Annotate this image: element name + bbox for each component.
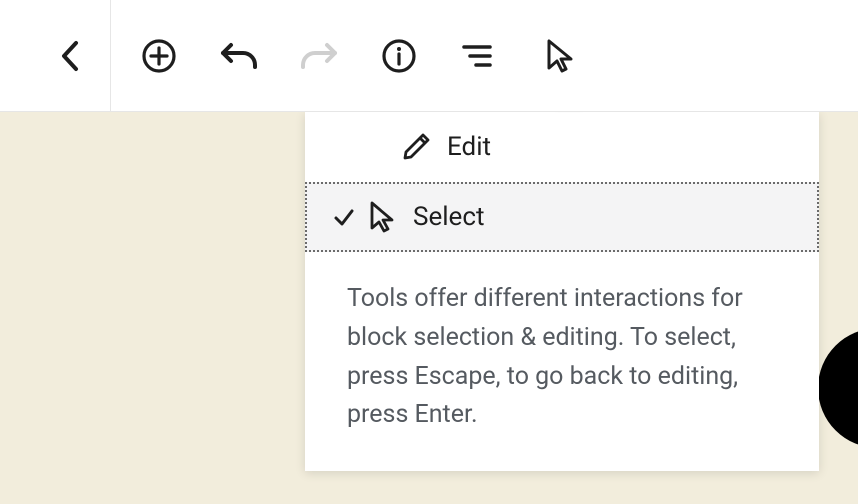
info-icon [381,38,417,74]
pencil-icon [401,132,447,162]
tool-selector-menu: Edit Select Tools offer different intera… [305,112,819,471]
menu-item-label: Edit [447,132,491,162]
cursor-icon [544,38,574,74]
list-view-button[interactable] [439,0,519,112]
menu-item-label: Select [413,202,484,232]
details-button[interactable] [359,0,439,112]
tool-menu-help-text: Tools offer different interactions for b… [347,280,777,435]
editor-toolbar [0,0,858,112]
list-icon [462,42,496,70]
redo-icon [299,39,339,73]
chevron-left-icon [59,39,81,73]
tool-menu-item-select[interactable]: Select [305,182,819,252]
undo-icon [219,39,259,73]
check-icon [333,206,367,228]
back-button[interactable] [30,0,110,112]
toolbar-separator [110,0,111,112]
undo-button[interactable] [199,0,279,112]
floating-action-area [818,328,858,448]
plus-circle-icon [141,38,177,74]
cursor-icon [367,200,413,234]
redo-button[interactable] [279,0,359,112]
tool-menu-item-edit[interactable]: Edit [305,112,819,182]
check-icon [333,136,367,158]
tool-selector-button[interactable] [519,0,599,112]
add-block-button[interactable] [119,0,199,112]
